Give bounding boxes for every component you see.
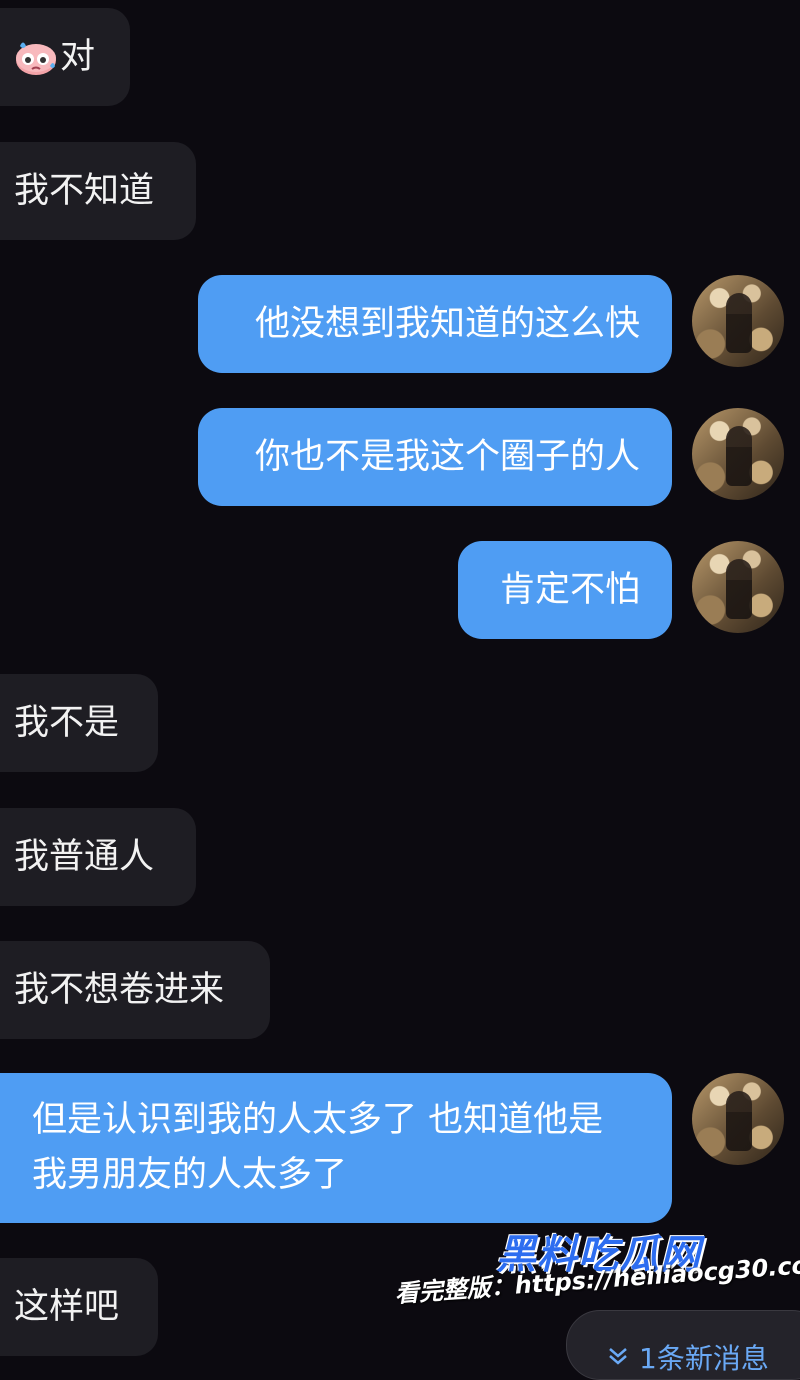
message-text: 我不是 xyxy=(14,703,120,743)
message-text-block: 但是认识到我的人太多了 也知道他是 我男朋友的人太多了 xyxy=(32,1093,603,1203)
message-text: 对 xyxy=(60,37,96,77)
incoming-message[interactable]: 对 xyxy=(0,8,130,106)
message-text: 我不知道 xyxy=(14,171,155,211)
incoming-message[interactable]: 我不知道 xyxy=(0,142,196,240)
avatar-person-icon xyxy=(726,293,752,353)
message-text: 这样吧 xyxy=(14,1287,120,1327)
outgoing-message[interactable]: 他没想到我知道的这么快 xyxy=(198,275,672,373)
avatar-person-icon xyxy=(726,1091,752,1151)
message-text-line: 但是认识到我的人太多了 也知道他是 xyxy=(32,1100,604,1140)
message-text: 你也不是我这个圈子的人 xyxy=(254,437,640,477)
crying-face-emoji-icon xyxy=(16,42,56,75)
user-avatar[interactable] xyxy=(692,1073,784,1165)
user-avatar[interactable] xyxy=(692,408,784,500)
avatar-person-icon xyxy=(726,559,752,619)
incoming-message[interactable]: 这样吧 xyxy=(0,1258,158,1356)
avatar-person-icon xyxy=(726,426,752,486)
incoming-message[interactable]: 我普通人 xyxy=(0,808,196,906)
new-messages-label: 1条新消息 xyxy=(639,1342,769,1375)
incoming-message[interactable]: 我不是 xyxy=(0,674,158,772)
user-avatar[interactable] xyxy=(692,541,784,633)
message-text-line: 我男朋友的人太多了 xyxy=(32,1155,348,1195)
message-text: 我不想卷进来 xyxy=(14,970,225,1010)
new-messages-button[interactable]: 1条新消息 xyxy=(566,1310,800,1380)
message-text: 我普通人 xyxy=(14,837,155,877)
outgoing-message[interactable]: 你也不是我这个圈子的人 xyxy=(198,408,672,506)
outgoing-message[interactable]: 肯定不怕 xyxy=(458,541,672,639)
user-avatar[interactable] xyxy=(692,275,784,367)
outgoing-message[interactable]: 但是认识到我的人太多了 也知道他是 我男朋友的人太多了 xyxy=(0,1073,672,1223)
message-text: 肯定不怕 xyxy=(499,570,640,610)
incoming-message[interactable]: 我不想卷进来 xyxy=(0,941,270,1039)
message-text: 他没想到我知道的这么快 xyxy=(254,304,640,344)
